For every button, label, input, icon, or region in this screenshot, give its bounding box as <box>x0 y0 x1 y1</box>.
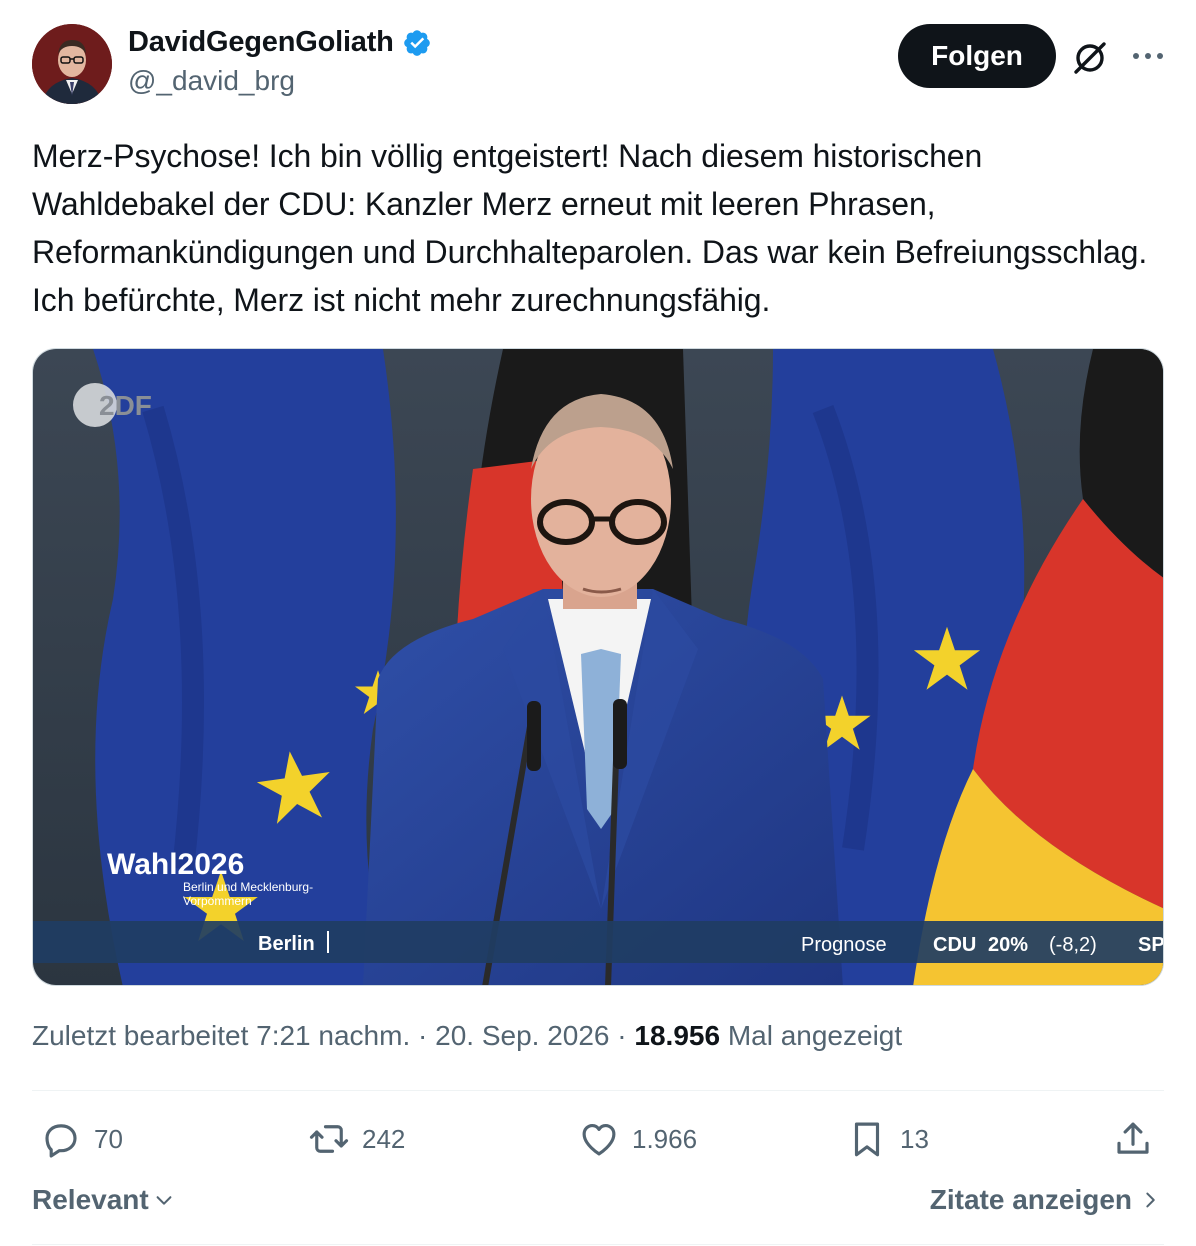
ticker-next: SP <box>1138 934 1164 956</box>
sort-label: Relevant <box>32 1184 149 1215</box>
sort-dropdown[interactable]: Relevant <box>32 1184 175 1216</box>
share-button[interactable] <box>1112 1118 1154 1160</box>
like-count: 1.966 <box>632 1123 698 1154</box>
reply-count: 70 <box>94 1123 123 1154</box>
follow-button[interactable]: Folgen <box>898 24 1056 88</box>
zdf-logo: 2DF <box>99 390 152 421</box>
more-icon[interactable] <box>1128 38 1168 78</box>
divider <box>32 1244 1164 1245</box>
verified-badge-icon <box>403 29 430 56</box>
ticker-location: Berlin <box>258 933 315 955</box>
chevron-right-icon <box>1146 1192 1155 1208</box>
ticker-label: Prognose <box>801 934 887 956</box>
tweet-media[interactable]: 2DF Wahl2026 Berlin und Mecklenburg- Vor… <box>32 348 1164 986</box>
chevron-down-icon <box>156 1196 172 1205</box>
heart-icon <box>582 1123 616 1156</box>
tweet-time[interactable]: 7:21 nachm. <box>256 1020 410 1051</box>
view-quotes-link[interactable]: Zitate anzeigen <box>930 1184 1160 1216</box>
handle[interactable]: @_david_brg <box>128 65 432 97</box>
like-button[interactable]: 1.966 <box>578 1118 697 1160</box>
avatar[interactable] <box>32 24 112 104</box>
views-label: Mal angezeigt <box>727 1020 903 1051</box>
tweet-meta: Zuletzt bearbeitet 7:21 nachm. · 20. Sep… <box>32 1020 902 1052</box>
tweet-text: Merz-Psychose! Ich bin völlig entgeister… <box>32 138 1148 318</box>
overlay-subtitle-line1: Berlin und Mecklenburg- <box>183 880 313 894</box>
repost-button[interactable]: 242 <box>308 1118 405 1160</box>
ticker-change: (-8,2) <box>1049 934 1097 956</box>
share-icon <box>1117 1122 1149 1154</box>
bookmark-count: 13 <box>900 1123 929 1154</box>
author-info[interactable]: DavidGegenGoliath @_david_brg <box>128 26 432 97</box>
repost-icon <box>309 1125 349 1153</box>
meta-separator: · <box>617 1020 627 1051</box>
tweet-date[interactable]: 20. Sep. 2026 <box>435 1020 609 1051</box>
quotes-label: Zitate anzeigen <box>929 1184 1132 1215</box>
ticker-value: 20% <box>988 934 1028 956</box>
grok-icon[interactable] <box>1070 38 1110 78</box>
reply-icon <box>45 1124 77 1158</box>
ticker-party: CDU <box>933 934 976 956</box>
bookmark-button[interactable]: 13 <box>846 1118 929 1160</box>
repost-count: 242 <box>362 1123 406 1154</box>
divider <box>32 1090 1164 1091</box>
display-name[interactable]: DavidGegenGoliath <box>128 26 394 59</box>
edited-label[interactable]: Zuletzt bearbeitet <box>32 1020 248 1051</box>
views-count: 18.956 <box>634 1020 721 1051</box>
meta-separator: · <box>418 1020 428 1051</box>
bookmark-icon <box>854 1122 880 1157</box>
overlay-title: Wahl2026 <box>107 848 244 881</box>
reply-button[interactable]: 70 <box>40 1118 123 1160</box>
overlay-subtitle-line2: Vorpommern <box>183 894 252 908</box>
